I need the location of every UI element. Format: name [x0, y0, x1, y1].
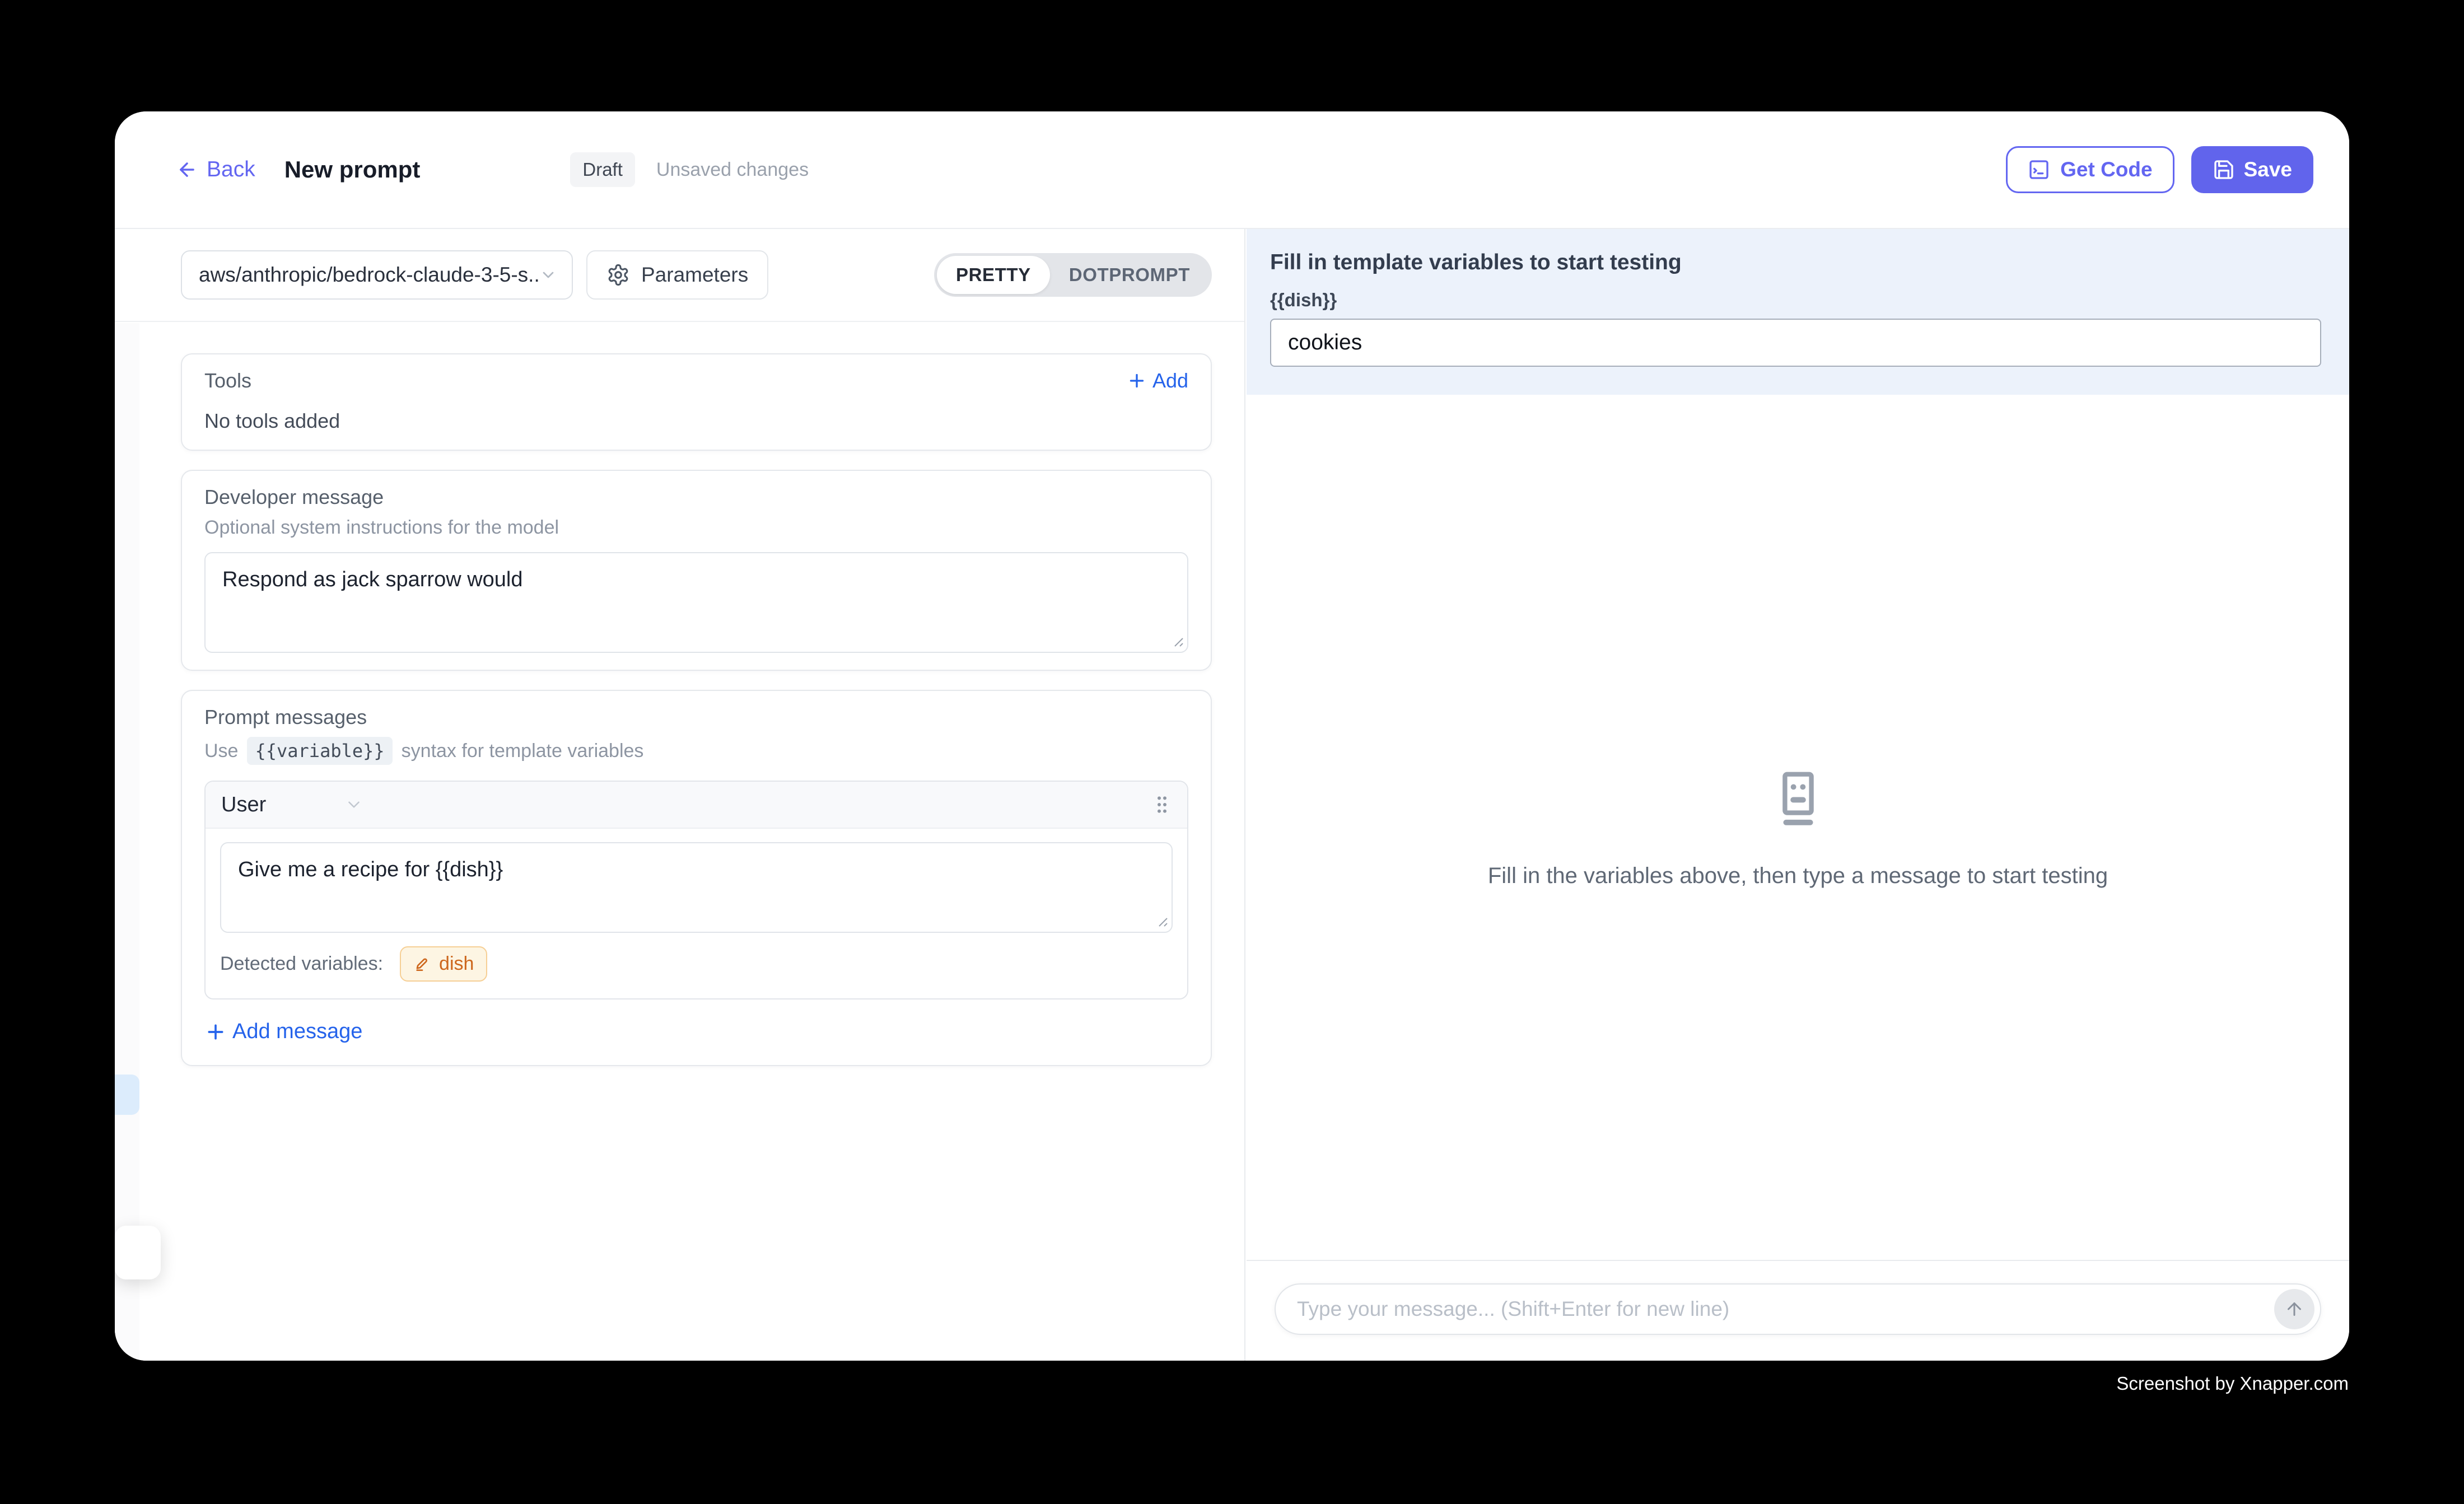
- message-block: User Give me a recipe for {{dish}}: [204, 781, 1188, 999]
- chat-footer: [1247, 1260, 2349, 1361]
- chat-input-container: [1275, 1283, 2321, 1335]
- prompt-messages-subtitle: Use {{variable}} syntax for template var…: [204, 737, 1188, 765]
- chevron-down-icon: [266, 795, 363, 814]
- message-role-value: User: [221, 793, 266, 817]
- message-textarea[interactable]: Give me a recipe for {{dish}}: [220, 842, 1173, 933]
- subtitle-prefix: Use: [204, 740, 238, 762]
- floppy-disk-icon: [2213, 158, 2235, 181]
- test-empty-state: Fill in the variables above, then type a…: [1247, 395, 2349, 1260]
- save-label: Save: [2244, 158, 2292, 181]
- view-mode-toggle: PRETTY DOTPROMPT: [934, 253, 1212, 297]
- test-pane: Fill in template variables to start test…: [1247, 229, 2349, 1361]
- add-tool-label: Add: [1152, 369, 1188, 393]
- add-tool-button[interactable]: Add: [1127, 369, 1188, 393]
- model-select-value: aws/anthropic/bedrock-claude-3-5-s...: [199, 263, 539, 287]
- developer-message-card: Developer message Optional system instru…: [181, 470, 1212, 671]
- variable-name-label: {{dish}}: [1270, 289, 2321, 311]
- toggle-pretty[interactable]: PRETTY: [937, 256, 1050, 294]
- get-code-label: Get Code: [2060, 158, 2152, 181]
- test-empty-text: Fill in the variables above, then type a…: [1488, 863, 2108, 889]
- plus-icon: [1127, 371, 1147, 391]
- variable-syntax-chip: {{variable}}: [247, 737, 392, 765]
- developer-message-title: Developer message: [204, 485, 1188, 509]
- chat-message-input[interactable]: [1297, 1297, 2253, 1321]
- chevron-down-icon: [539, 266, 557, 284]
- terminal-icon: [2028, 158, 2050, 181]
- developer-message-subtitle: Optional system instructions for the mod…: [204, 517, 1188, 539]
- variable-badge-label: dish: [439, 953, 474, 975]
- arrow-left-icon: [176, 159, 198, 180]
- app-window: Back New prompt Draft Unsaved changes Ge…: [115, 111, 2349, 1361]
- bot-face-icon: [1765, 766, 1831, 832]
- arrow-up-icon: [2284, 1299, 2304, 1319]
- no-tools-text: No tools added: [204, 409, 1188, 433]
- variable-badge-dish[interactable]: dish: [400, 946, 487, 982]
- app-header: Back New prompt Draft Unsaved changes Ge…: [115, 111, 2349, 229]
- page-title: New prompt: [284, 156, 421, 183]
- variable-value-input[interactable]: [1270, 319, 2321, 367]
- prompt-messages-card: Prompt messages Use {{variable}} syntax …: [181, 690, 1212, 1066]
- message-header: User: [206, 782, 1187, 829]
- save-button[interactable]: Save: [2191, 146, 2313, 193]
- add-message-button[interactable]: Add message: [204, 1020, 1188, 1044]
- editor-toolbar: aws/anthropic/bedrock-claude-3-5-s... Pa…: [115, 229, 1244, 322]
- tools-card: Tools Add No tools added: [181, 353, 1212, 451]
- plus-icon: [204, 1021, 227, 1043]
- parameters-button[interactable]: Parameters: [586, 250, 768, 300]
- watermark-text: Screenshot by Xnapper.com: [2116, 1373, 2349, 1394]
- developer-message-textarea[interactable]: Respond as jack sparrow would: [204, 552, 1188, 653]
- subtitle-suffix: syntax for template variables: [402, 740, 644, 762]
- message-role-select[interactable]: User: [221, 793, 363, 817]
- send-button[interactable]: [2274, 1289, 2314, 1329]
- tools-title: Tools: [204, 369, 251, 393]
- editor-content: Tools Add No tools added Developer messa…: [115, 353, 1244, 1066]
- prompt-editor-pane: aws/anthropic/bedrock-claude-3-5-s... Pa…: [115, 229, 1245, 1361]
- template-variables-section: Fill in template variables to start test…: [1247, 229, 2349, 395]
- detected-variables-label: Detected variables:: [220, 953, 383, 975]
- model-select[interactable]: aws/anthropic/bedrock-claude-3-5-s...: [181, 250, 573, 300]
- gear-icon: [606, 263, 630, 287]
- sidebar-popover: [115, 1226, 161, 1279]
- parameters-label: Parameters: [641, 263, 748, 287]
- detected-variables-row: Detected variables: dish: [206, 933, 1187, 998]
- drag-dots-icon[interactable]: [1152, 793, 1172, 816]
- variables-section-title: Fill in template variables to start test…: [1270, 250, 2321, 275]
- get-code-button[interactable]: Get Code: [2006, 146, 2174, 193]
- prompt-messages-title: Prompt messages: [204, 706, 1188, 729]
- pencil-icon: [413, 955, 431, 973]
- add-message-label: Add message: [232, 1020, 362, 1044]
- unsaved-changes-text: Unsaved changes: [656, 159, 809, 181]
- back-label: Back: [207, 157, 255, 182]
- back-button[interactable]: Back: [176, 157, 255, 182]
- sidebar-active-item[interactable]: [115, 1075, 139, 1115]
- toggle-dotprompt[interactable]: DOTPROMPT: [1050, 256, 1209, 294]
- collapsed-sidebar-sliver: [115, 323, 139, 1361]
- status-badge: Draft: [570, 152, 635, 187]
